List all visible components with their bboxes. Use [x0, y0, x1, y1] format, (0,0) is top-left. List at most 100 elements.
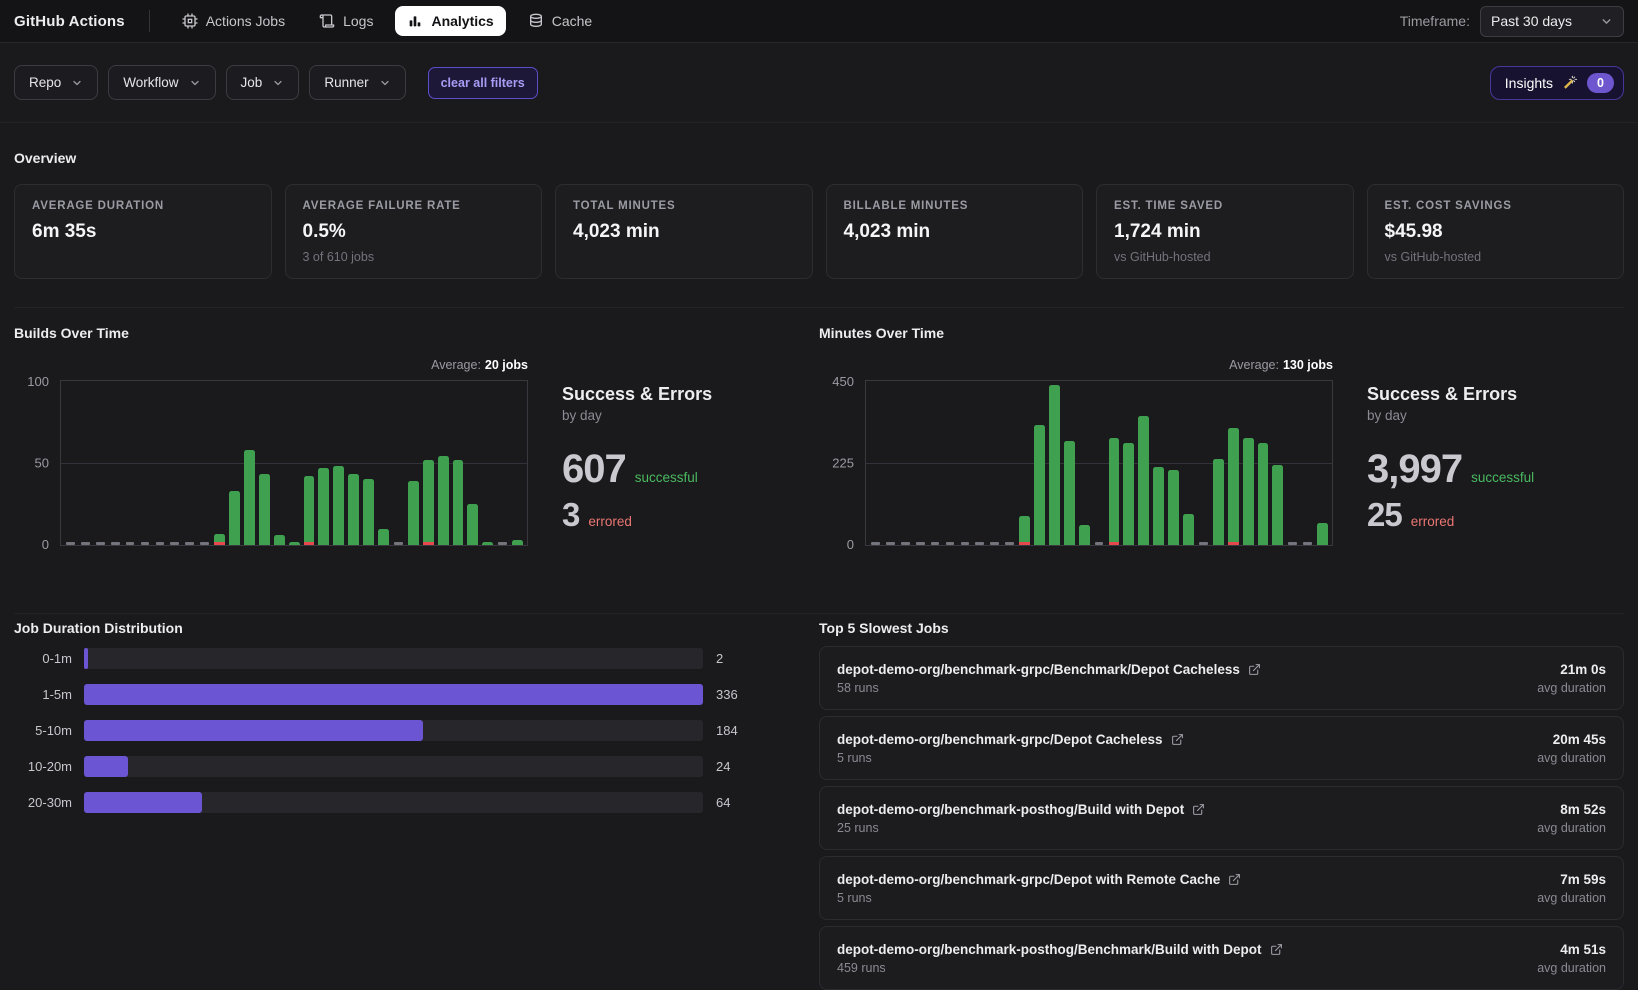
external-link-icon — [1248, 663, 1261, 676]
chart-bar — [1287, 381, 1298, 545]
job-row-left: depot-demo-org/benchmark-grpc/Depot with… — [837, 872, 1241, 905]
chevron-down-icon — [71, 77, 83, 89]
chevron-down-icon — [379, 77, 391, 89]
bar-fill — [318, 468, 329, 545]
bar-fill — [1183, 514, 1194, 545]
errored-label: errored — [1411, 514, 1455, 529]
chart-bar — [1228, 381, 1239, 545]
job-duration-sub: avg duration — [1537, 961, 1606, 975]
bar-fill — [453, 460, 464, 545]
job-row-left: depot-demo-org/benchmark-posthog/Build w… — [837, 802, 1205, 835]
chart-bar — [1198, 381, 1209, 545]
histogram-bar — [84, 684, 703, 705]
tab-analytics[interactable]: Analytics — [395, 6, 505, 36]
y-axis-labels: 100 50 0 — [14, 380, 60, 546]
zero-day-dash — [66, 542, 75, 545]
zero-day-dash — [81, 542, 90, 545]
chart-bar — [348, 381, 359, 545]
bar-fill — [333, 466, 344, 545]
job-row-left: depot-demo-org/benchmark-grpc/Depot Cach… — [837, 732, 1184, 765]
histogram-track — [84, 648, 703, 669]
chevron-down-icon — [272, 77, 284, 89]
bar-fill — [1213, 459, 1224, 545]
chart-bar — [1109, 381, 1120, 545]
nav-divider — [149, 10, 150, 32]
job-row[interactable]: depot-demo-org/benchmark-grpc/Depot with… — [819, 856, 1624, 920]
job-runs: 5 runs — [837, 891, 1241, 905]
job-runs: 5 runs — [837, 751, 1184, 765]
bar-fill — [1109, 438, 1120, 546]
tab-cache[interactable]: Cache — [516, 6, 604, 36]
chart-bar — [169, 381, 180, 545]
zero-day-dash — [141, 542, 150, 545]
chart-bar — [1034, 381, 1045, 545]
bar-fill — [438, 456, 449, 545]
histogram-row: 0-1m2 — [14, 648, 760, 669]
chart-bar — [289, 381, 300, 545]
zero-day-dash — [111, 542, 120, 545]
job-duration-sub: avg duration — [1537, 681, 1606, 695]
tab-actions-jobs[interactable]: Actions Jobs — [170, 6, 297, 36]
job-duration-distribution: Job Duration Distribution 0-1m21-5m3365-… — [14, 620, 819, 990]
clear-filters-button[interactable]: clear all filters — [428, 67, 538, 99]
chart-bar — [900, 381, 911, 545]
metric-value: 4,023 min — [844, 221, 1066, 243]
bar-fill — [1064, 441, 1075, 545]
bar-fill — [1317, 523, 1328, 545]
chart-bar — [125, 381, 136, 545]
bar-fill — [1123, 443, 1134, 545]
histogram-track — [84, 792, 703, 813]
job-row-right: 7m 59savg duration — [1537, 872, 1606, 905]
histogram-count: 336 — [716, 687, 760, 702]
chart-bar — [915, 381, 926, 545]
job-filter-dropdown[interactable]: Job — [226, 65, 300, 100]
chart-bar — [304, 381, 315, 545]
metric-label: EST. TIME SAVED — [1114, 200, 1336, 212]
zero-day-dash — [1303, 542, 1312, 545]
histogram-bar — [84, 720, 423, 741]
histogram-track — [84, 684, 703, 705]
workflow-filter-dropdown[interactable]: Workflow — [108, 65, 215, 100]
chart-bar — [1302, 381, 1313, 545]
zero-day-dash — [1288, 542, 1297, 545]
job-row-right: 8m 52savg duration — [1537, 802, 1606, 835]
errored-label: errored — [588, 514, 632, 529]
chart-bar — [497, 381, 508, 545]
zero-day-dash — [170, 542, 179, 545]
histogram-bar — [84, 648, 88, 669]
successful-label: successful — [635, 470, 698, 485]
chart-bar — [1123, 381, 1134, 545]
histogram-rows: 0-1m21-5m3365-10m18410-20m2420-30m64 — [14, 648, 760, 813]
chart-bar — [80, 381, 91, 545]
builds-chart-plot — [60, 380, 528, 546]
chart-bar — [408, 381, 419, 545]
bar-fill — [274, 535, 285, 545]
chart-bar — [1019, 381, 1030, 545]
histogram-bucket-label: 10-20m — [14, 759, 72, 774]
tab-logs[interactable]: Logs — [307, 6, 385, 36]
chart-bar — [930, 381, 941, 545]
panel-subtitle: by day — [562, 408, 712, 423]
metric-value: $45.98 — [1385, 221, 1607, 243]
y-axis-labels: 450 225 0 — [819, 380, 865, 546]
metric-card: EST. COST SAVINGS$45.98vs GitHub-hosted — [1367, 184, 1625, 279]
job-row[interactable]: depot-demo-org/benchmark-posthog/Build w… — [819, 786, 1624, 850]
chart-bar — [274, 381, 285, 545]
metric-card: BILLABLE MINUTES4,023 min — [826, 184, 1084, 279]
timeframe-select[interactable]: Past 30 days — [1480, 6, 1624, 37]
repo-filter-dropdown[interactable]: Repo — [14, 65, 98, 100]
runner-filter-dropdown[interactable]: Runner — [309, 65, 405, 100]
job-row[interactable]: depot-demo-org/benchmark-grpc/Benchmark/… — [819, 646, 1624, 710]
job-row-right: 20m 45savg duration — [1537, 732, 1606, 765]
external-link-icon — [1171, 733, 1184, 746]
job-row[interactable]: depot-demo-org/benchmark-grpc/Depot Cach… — [819, 716, 1624, 780]
bar-fill — [482, 542, 493, 545]
bar-fill — [289, 542, 300, 545]
metric-card: AVERAGE FAILURE RATE0.5%3 of 610 jobs — [285, 184, 543, 279]
job-name: depot-demo-org/benchmark-grpc/Depot Cach… — [837, 732, 1184, 747]
histogram-count: 184 — [716, 723, 760, 738]
insights-button[interactable]: Insights 0 — [1490, 66, 1624, 100]
bar-fill — [304, 476, 315, 545]
zero-day-dash — [96, 542, 105, 545]
job-row[interactable]: depot-demo-org/benchmark-posthog/Benchma… — [819, 926, 1624, 990]
